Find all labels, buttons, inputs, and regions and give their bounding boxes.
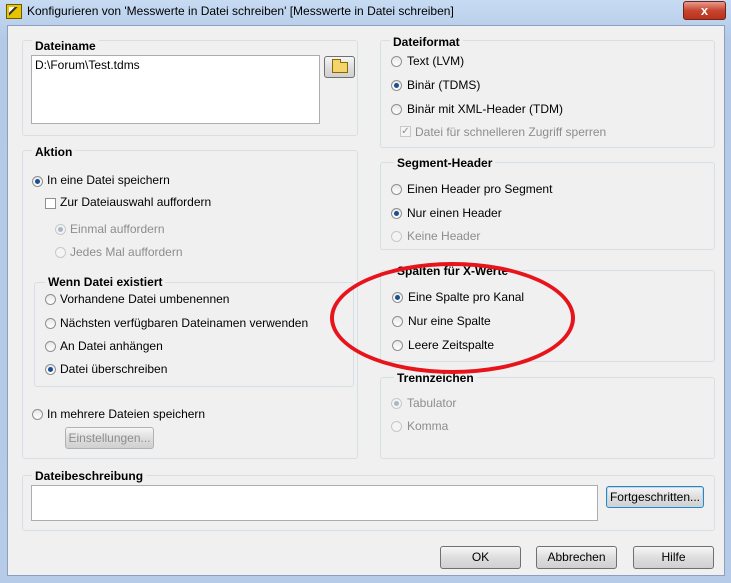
append-label: An Datei anhängen [60,339,163,353]
trennzeichen-group [380,377,715,459]
radio-tab[interactable] [391,398,402,409]
radio-ask-each[interactable] [55,247,66,258]
ask-each-label: Jedes Mal auffordern [70,245,183,259]
settings-button[interactable]: Einstellungen... [65,427,154,449]
no-header-label: Keine Header [407,229,481,243]
dialog-window: Konfigurieren von 'Messwerte in Datei sc… [0,0,731,583]
aktion-label: Aktion [32,145,76,159]
text-lvm-label: Text (LVM) [407,54,465,68]
trennzeichen-label: Trennzeichen [394,371,477,385]
radio-binary-tdms[interactable] [391,80,402,91]
ask-file-label: Zur Dateiauswahl auffordern [60,195,212,209]
single-file-label: In eine Datei speichern [47,173,170,187]
ask-once-label: Einmal auffordern [70,222,165,236]
binary-tdm-label: Binär mit XML-Header (TDM) [407,102,564,116]
folder-icon [332,59,348,73]
spalten-label: Spalten für X-Werte [394,264,512,278]
window-title: Konfigurieren von 'Messwerte in Datei sc… [27,4,454,18]
single-header-label: Nur einen Header [407,206,502,220]
radio-one-column[interactable] [392,316,403,327]
radio-append[interactable] [45,341,56,352]
lock-file-label: Datei für schnelleren Zugriff sperren [415,125,607,139]
radio-multi-files[interactable] [32,409,43,420]
dialog-client: Dateiname D:\Forum\Test.tdms Aktion In e… [7,25,725,576]
dateiformat-label: Dateiformat [390,35,463,49]
advanced-button[interactable]: Fortgeschritten... [606,486,704,508]
tab-label: Tabulator [407,396,457,410]
radio-column-per-channel[interactable] [392,292,403,303]
radio-overwrite[interactable] [45,364,56,375]
radio-rename[interactable] [45,294,56,305]
description-field[interactable] [31,485,598,521]
radio-no-header[interactable] [391,231,402,242]
title-bar[interactable]: Konfigurieren von 'Messwerte in Datei sc… [0,0,731,24]
next-name-label: Nächsten verfügbaren Dateinamen verwende… [60,316,309,330]
browse-button[interactable] [324,56,355,78]
beschreibung-label: Dateibeschreibung [32,469,147,483]
empty-time-column-label: Leere Zeitspalte [408,338,495,352]
multi-files-label: In mehrere Dateien speichern [47,407,206,421]
radio-binary-tdm[interactable] [391,104,402,115]
binary-tdms-label: Binär (TDMS) [407,78,481,92]
header-per-segment-label: Einen Header pro Segment [407,182,553,196]
cancel-button[interactable]: Abbrechen [536,546,617,569]
ask-file-checkbox[interactable] [45,198,56,209]
close-button[interactable]: x [683,1,726,20]
filename-field[interactable]: D:\Forum\Test.tdms [31,55,320,124]
wenn-datei-label: Wenn Datei existiert [45,275,166,289]
labview-app-icon [6,4,22,19]
overwrite-label: Datei überschreiben [60,362,168,376]
radio-comma[interactable] [391,421,402,432]
filename-value: D:\Forum\Test.tdms [35,58,140,72]
radio-ask-once[interactable] [55,224,66,235]
radio-header-per-segment[interactable] [391,184,402,195]
radio-text-lvm[interactable] [391,56,402,67]
lock-file-checkbox[interactable]: ✓ [400,126,411,137]
comma-label: Komma [407,419,449,433]
help-button[interactable]: Hilfe [633,546,714,569]
radio-next-name[interactable] [45,318,56,329]
radio-single-header[interactable] [391,208,402,219]
radio-empty-time-column[interactable] [392,340,403,351]
rename-label: Vorhandene Datei umbenennen [60,292,230,306]
one-column-label: Nur eine Spalte [408,314,491,328]
ok-button[interactable]: OK [440,546,521,569]
column-per-channel-label: Eine Spalte pro Kanal [408,290,525,304]
radio-single-file[interactable] [32,176,43,187]
check-mark-icon: ✓ [401,126,410,137]
segment-header-label: Segment-Header [394,156,496,170]
dateiname-label: Dateiname [32,39,99,53]
